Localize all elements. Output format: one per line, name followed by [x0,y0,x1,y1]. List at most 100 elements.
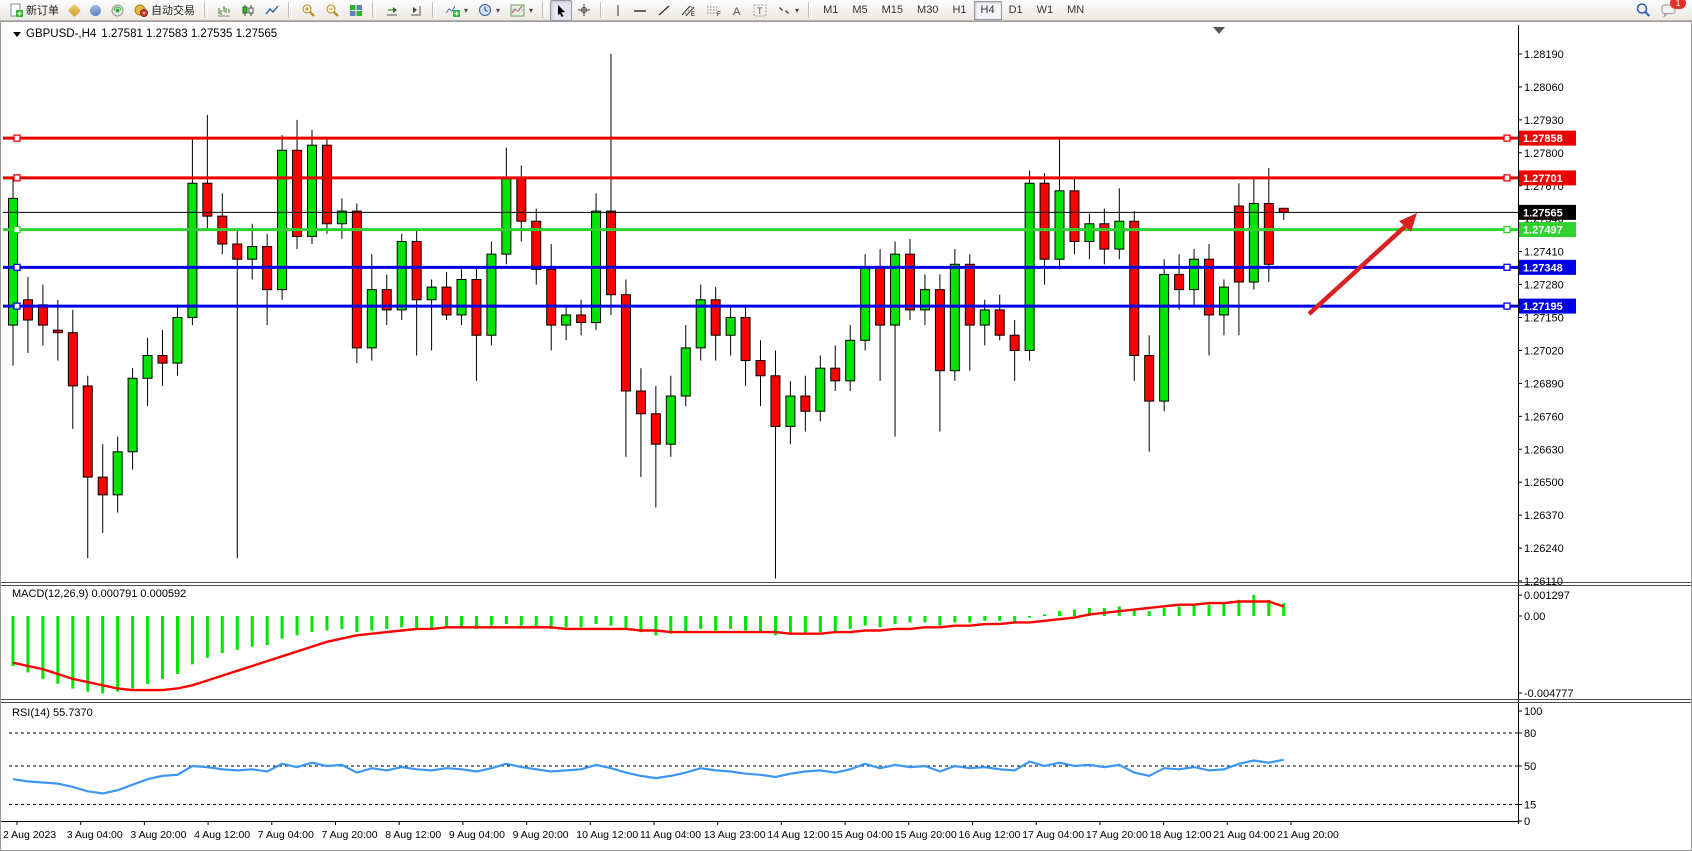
candle-body[interactable] [143,356,152,379]
arrows-tool-button[interactable]: ▾ [772,0,804,21]
candle-body[interactable] [367,290,376,348]
candle-body[interactable] [980,310,989,325]
candle-body[interactable] [995,310,1004,335]
candle-body[interactable] [547,269,556,325]
timeframe-button-m30[interactable]: M30 [910,1,945,20]
candle-body[interactable] [38,305,47,325]
candle-body[interactable] [816,368,825,411]
candle-body[interactable] [98,477,107,495]
candle-body[interactable] [950,264,959,370]
candle-body[interactable] [1145,356,1154,402]
candle-body[interactable] [1175,274,1184,289]
candle-body[interactable] [741,318,750,361]
candle-body[interactable] [636,391,645,414]
fibonacci-tool-button[interactable]: F [701,0,726,21]
candle-body[interactable] [786,396,795,426]
candle-body[interactable] [293,150,302,236]
candle-body[interactable] [891,254,900,325]
timeframe-button-d1[interactable]: D1 [1002,1,1030,20]
trendline-tool-button[interactable] [652,0,676,21]
bar-chart-button[interactable] [212,0,236,21]
candle-body[interactable] [53,330,62,333]
candle-body[interactable] [562,315,571,325]
tile-windows-button[interactable] [344,0,368,21]
candle-body[interactable] [651,414,660,444]
zoom-out-button[interactable] [320,0,344,21]
candle-body[interactable] [1219,287,1228,315]
periods-button[interactable]: ▾ [473,0,505,21]
candle-body[interactable] [1190,259,1199,289]
candle-body[interactable] [607,211,616,295]
candle-body[interactable] [442,287,451,315]
candle-body[interactable] [935,290,944,371]
candle-body[interactable] [1130,221,1139,355]
candle-body[interactable] [457,279,466,314]
candle-body[interactable] [188,183,197,317]
candle-body[interactable] [128,378,137,451]
candle-body[interactable] [352,211,361,348]
candle-body[interactable] [1055,191,1064,259]
text-label-tool-button[interactable]: T [748,0,772,21]
notifications-button[interactable]: 1 [1656,0,1682,21]
indicators-button[interactable]: ▾ [440,0,473,21]
zoom-in-button[interactable] [296,0,320,21]
auto-trading-button[interactable]: 自动交易 [129,0,200,21]
text-tool-button[interactable]: A [726,0,748,21]
candle-body[interactable] [621,295,630,391]
timeframe-button-m5[interactable]: M5 [845,1,874,20]
timeframe-button-h4[interactable]: H4 [974,1,1002,20]
candle-body[interactable] [1085,224,1094,242]
timeframe-button-w1[interactable]: W1 [1030,1,1061,20]
candle-body[interactable] [756,361,765,376]
line-handle[interactable] [1504,175,1510,181]
quotes-button[interactable] [64,0,85,21]
timeframe-button-m1[interactable]: M1 [816,1,845,20]
candle-body[interactable] [801,396,810,411]
candle-body[interactable] [1010,335,1019,350]
candle-body[interactable] [412,241,421,299]
timeframe-button-h1[interactable]: H1 [945,1,973,20]
candle-body[interactable] [173,318,182,364]
market-watch-button[interactable] [85,0,106,21]
auto-scroll-button[interactable] [380,0,404,21]
line-chart-button[interactable] [260,0,284,21]
candle-body[interactable] [577,315,586,323]
candle-body[interactable] [906,254,915,310]
candle-body[interactable] [831,368,840,381]
templates-button[interactable]: ▾ [505,0,538,21]
line-handle[interactable] [14,227,20,233]
line-handle[interactable] [14,175,20,181]
line-handle[interactable] [14,264,20,270]
line-handle[interactable] [1504,227,1510,233]
candle-body[interactable] [726,318,735,336]
candle-body[interactable] [113,452,122,495]
candle-body[interactable] [876,267,885,325]
candle-body[interactable] [233,244,242,259]
candlestick-chart-button[interactable] [236,0,260,21]
line-handle[interactable] [14,135,20,141]
candle-body[interactable] [203,183,212,216]
candle-body[interactable] [308,145,317,236]
signals-button[interactable] [106,0,129,21]
candle-body[interactable] [1249,203,1258,282]
timeframe-button-mn[interactable]: MN [1060,1,1091,20]
chart-canvas[interactable]: 1.281901.280601.279301.278001.276701.275… [1,22,1691,850]
line-handle[interactable] [1504,264,1510,270]
line-handle[interactable] [1504,303,1510,309]
candle-body[interactable] [502,178,511,254]
candle-body[interactable] [248,247,257,260]
candle-body[interactable] [1279,208,1288,212]
candle-body[interactable] [83,386,92,477]
chart-menu-caret-icon[interactable] [13,32,21,37]
candle-body[interactable] [861,267,870,340]
horizontal-line-tool-button[interactable] [628,0,652,21]
chart-shift-button[interactable] [404,0,428,21]
candle-body[interactable] [1234,206,1243,282]
candle-body[interactable] [965,264,974,325]
line-handle[interactable] [1504,135,1510,141]
candle-body[interactable] [397,241,406,309]
crosshair-tool-button[interactable] [572,0,596,21]
equidistant-channel-tool-button[interactable]: E [676,0,701,21]
cursor-tool-button[interactable] [550,0,572,21]
candle-body[interactable] [681,348,690,396]
